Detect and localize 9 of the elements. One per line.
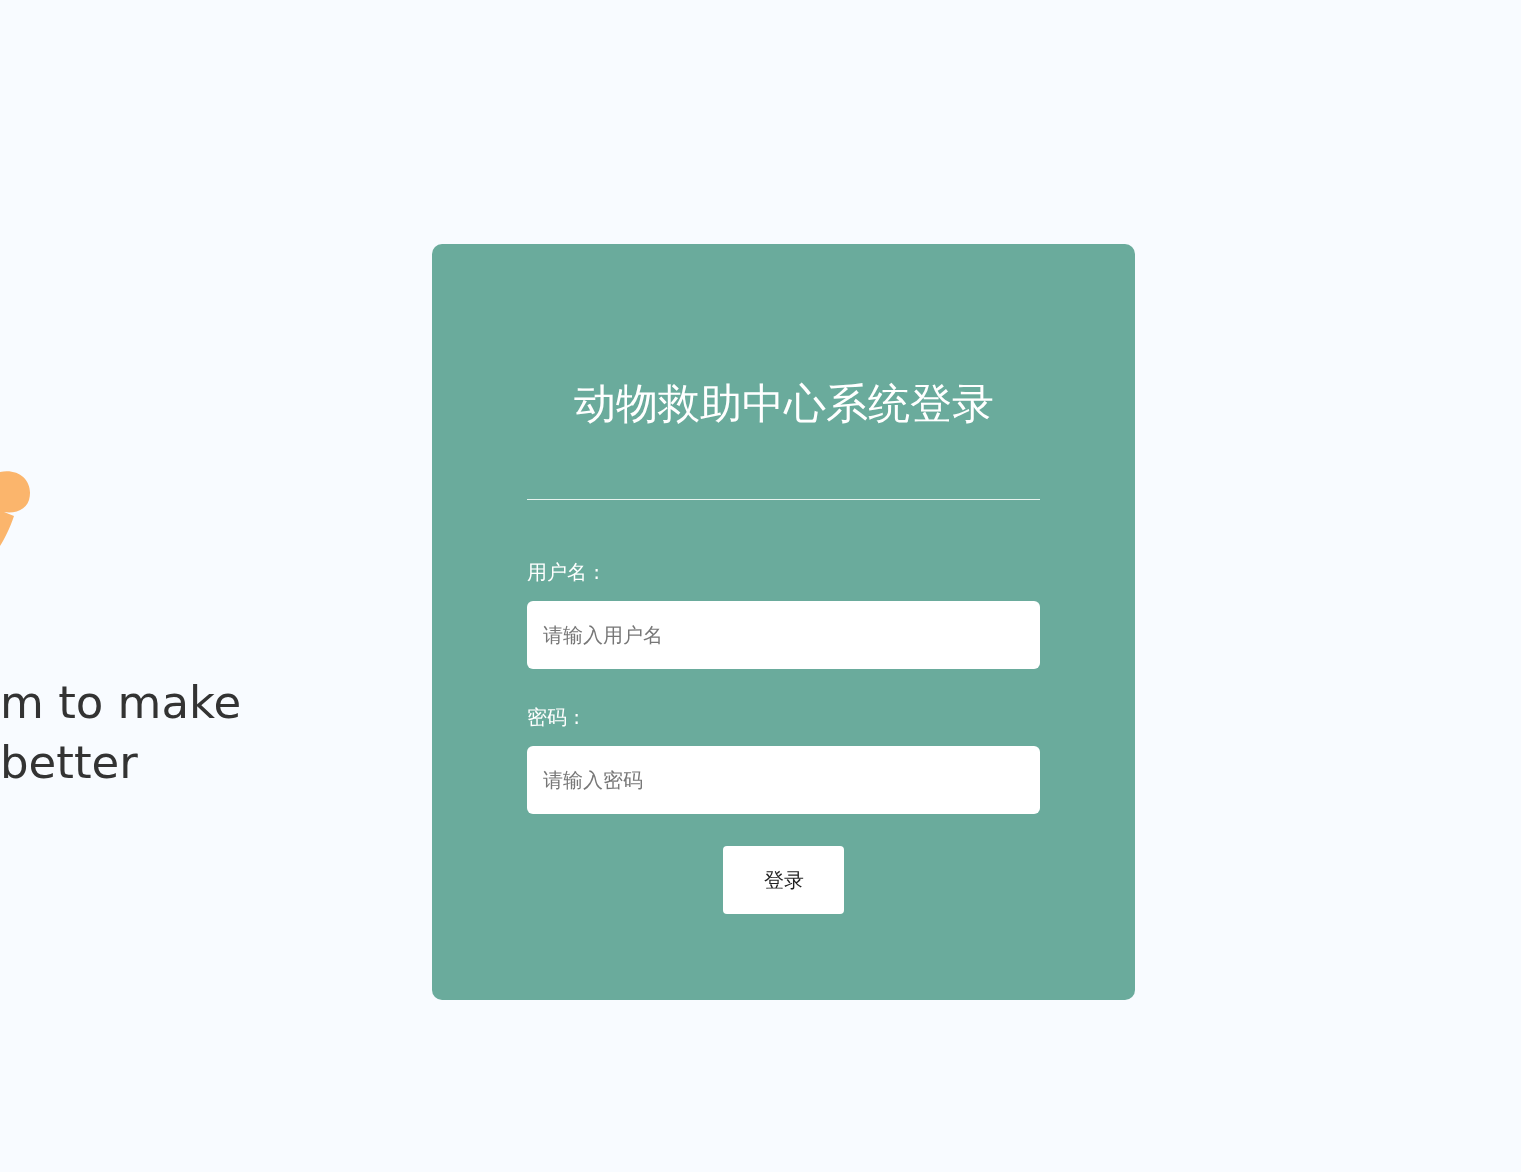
field-label: 密码 : <box>527 704 582 731</box>
password-field[interactable]: 请输入密码 <box>527 746 1040 814</box>
login-button[interactable]: 登录 <box>723 846 844 914</box>
slogan-text: better <box>0 735 139 791</box>
slogan-text: m to make <box>0 675 242 731</box>
username-field[interactable]: 请输入用户名 <box>527 601 1040 669</box>
field-label: 用户名 : <box>527 559 602 586</box>
login-title: 动物救助中心系统登录 <box>572 378 995 430</box>
logo-mark-icon <box>0 468 32 548</box>
